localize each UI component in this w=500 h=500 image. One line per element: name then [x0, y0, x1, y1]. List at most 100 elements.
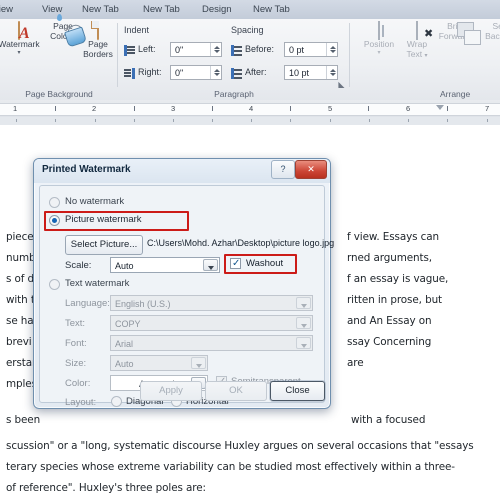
chevron-down-icon[interactable] [203, 259, 218, 271]
group-label-arrange: Arrange [440, 89, 471, 99]
tab-new-tab-3[interactable]: New Tab [253, 2, 290, 18]
ruler-number: 1 [13, 104, 18, 113]
ruler-tick [447, 106, 448, 111]
ruler-dot [16, 119, 17, 122]
dialog-title: Printed Watermark [42, 164, 131, 175]
chevron-down-icon[interactable] [191, 357, 206, 369]
font-value: Arial [115, 339, 134, 349]
select-picture-button[interactable]: Select Picture... [65, 235, 143, 255]
tab-new-tab-1[interactable]: New Tab [82, 2, 119, 18]
indent-left-value: 0" [175, 45, 184, 55]
tab-design[interactable]: Design [202, 2, 232, 18]
tab-new-tab-2[interactable]: New Tab [143, 2, 180, 18]
close-button[interactable]: Close [270, 381, 325, 401]
radio-layout-diagonal[interactable] [111, 396, 122, 407]
spacing-before-icon [231, 45, 242, 56]
tab-label: Design [202, 4, 232, 15]
text-value: COPY [115, 319, 141, 329]
indent-right-stepper[interactable] [210, 66, 221, 79]
size-combo[interactable]: Auto [110, 355, 208, 371]
dialog-title-bar[interactable]: Printed Watermark ? ✕ [34, 159, 330, 183]
ruler-dot [173, 119, 174, 122]
page-borders-button[interactable]: Page Borders [75, 21, 121, 59]
indent-right-input[interactable]: 0" [170, 65, 222, 80]
watermark-button[interactable]: A Watermark ▾ [0, 21, 42, 56]
spacing-before-value: 0 pt [289, 45, 305, 55]
doc-fragment: and An Essay on [347, 315, 432, 327]
text-label: Text: [65, 318, 86, 329]
right-indent-marker[interactable] [436, 105, 444, 110]
font-combo[interactable]: Arial [110, 335, 313, 351]
scale-combo[interactable]: Auto [110, 257, 220, 273]
printed-watermark-dialog[interactable]: Printed Watermark ? ✕ No watermark Pictu… [33, 158, 334, 409]
doc-fragment: f an essay is vague, [347, 273, 449, 285]
tab-label: New Tab [82, 4, 119, 15]
ruler-number: 2 [92, 104, 97, 113]
picture-path-text: C:\Users\Mohd. Azhar\Desktop\picture log… [147, 238, 335, 248]
tab-label: New Tab [253, 4, 290, 15]
ruler-tick [134, 106, 135, 111]
chevron-down-icon[interactable] [296, 297, 311, 309]
doc-fragment: f view. Essays can [347, 231, 440, 243]
doc-fragment: with a focused [351, 414, 426, 426]
ruler-number: 7 [485, 104, 490, 113]
highlight-picture-watermark [44, 211, 189, 231]
ruler-dot [95, 119, 96, 122]
label-text-watermark[interactable]: Text watermark [65, 278, 129, 289]
spacing-before-input[interactable]: 0 pt [284, 42, 338, 57]
tab-review[interactable]: view [0, 2, 13, 18]
apply-button[interactable]: Apply [140, 381, 202, 401]
spacing-header: Spacing [231, 25, 264, 35]
doc-line: terary species whose extreme variability… [6, 461, 455, 473]
language-label: Language: [65, 298, 110, 309]
indent-left-stepper[interactable] [210, 43, 221, 56]
spacing-after-label: After: [245, 67, 267, 77]
indent-left-input[interactable]: 0" [170, 42, 222, 57]
tab-label: New Tab [143, 4, 180, 15]
spacing-before-stepper[interactable] [326, 43, 337, 56]
scale-value: Auto [115, 261, 134, 271]
size-value: Auto [115, 359, 134, 369]
size-label: Size: [65, 358, 87, 369]
doc-line: scussion" or a "long, systematic discour… [6, 440, 474, 452]
chevron-down-icon: ▾ [424, 52, 428, 59]
spacing-after-stepper[interactable] [326, 66, 337, 79]
color-label: Color: [65, 378, 91, 389]
ruler-dot [290, 119, 291, 122]
chevron-down-icon[interactable] [296, 337, 311, 349]
ok-button[interactable]: OK [205, 381, 267, 401]
ruler-number: 6 [406, 104, 411, 113]
dialog-body: No watermark Picture watermark Select Pi… [39, 185, 334, 408]
ribbon: A Watermark ▾ Page Color ▾ Page Borders … [0, 14, 500, 101]
position-icon [378, 21, 384, 40]
wrap-text-icon: ✖ [416, 21, 433, 40]
ruler-number: 5 [328, 104, 333, 113]
text-combo[interactable]: COPY [110, 315, 313, 331]
close-icon[interactable]: ✕ [295, 160, 327, 179]
radio-text-watermark[interactable] [49, 279, 60, 290]
word-window: view View New Tab New Tab Design New Tab… [0, 0, 500, 500]
radio-no-watermark[interactable] [49, 197, 60, 208]
label-no-watermark[interactable]: No watermark [65, 196, 124, 207]
bring-forward-button[interactable]: Bring Forward ▾ [434, 21, 481, 45]
ruler-dot [134, 119, 135, 122]
horizontal-ruler[interactable]: 1 2 3 4 5 6 7 [0, 100, 500, 118]
indent-right-value: 0" [175, 68, 184, 78]
layout-label: Layout: [65, 397, 97, 408]
doc-fragment: rned arguments, [347, 252, 432, 264]
font-label: Font: [65, 338, 87, 349]
group-label-paragraph: Paragraph [214, 89, 254, 99]
ruler-number: 4 [249, 104, 254, 113]
ribbon-group-paragraph: Indent Spacing Left: 0" Right: 0" Before… [118, 19, 350, 100]
ruler-tick [368, 106, 369, 111]
page-borders-icon [91, 21, 99, 40]
send-backward-button[interactable]: Sen Backwa [477, 21, 500, 41]
chevron-down-icon[interactable] [296, 317, 311, 329]
doc-fragment: s been [6, 414, 41, 426]
language-combo[interactable]: English (U.S.) [110, 295, 313, 311]
doc-line: of reference". Huxley's three poles are: [6, 482, 206, 494]
help-button[interactable]: ? [271, 160, 295, 179]
highlight-washout [224, 254, 297, 274]
spacing-after-input[interactable]: 10 pt [284, 65, 338, 80]
paragraph-dialog-launcher-icon[interactable]: ◣ [337, 80, 346, 89]
